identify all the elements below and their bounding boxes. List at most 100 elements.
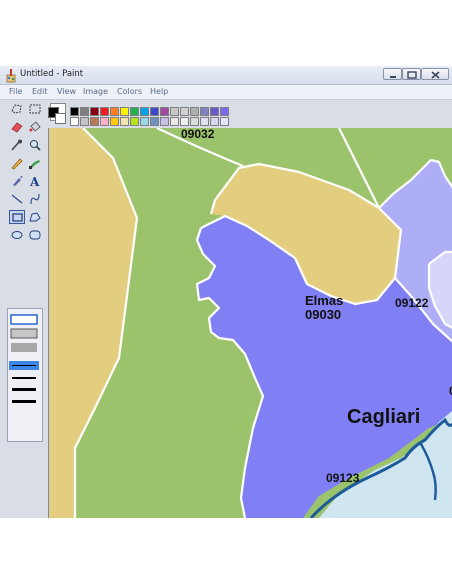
palette-swatch[interactable] — [160, 107, 169, 116]
brush-tool[interactable] — [27, 156, 43, 170]
paint-window: Untitled - Paint File Edit View Image Co… — [0, 66, 452, 518]
color-palette — [48, 100, 452, 128]
minimize-button[interactable] — [383, 68, 402, 80]
color-picker-icon — [11, 139, 22, 151]
menu-image[interactable]: Image — [83, 87, 108, 96]
maximize-icon — [407, 71, 417, 79]
palette-swatch[interactable] — [220, 117, 229, 126]
rectangle-tool[interactable] — [9, 210, 25, 224]
ellipse-icon — [11, 231, 23, 239]
menu-file[interactable]: File — [9, 87, 22, 96]
label-09123: 09123 — [326, 471, 360, 485]
palette-swatch[interactable] — [190, 117, 199, 126]
line-tool[interactable] — [9, 192, 25, 206]
svg-text:A: A — [29, 175, 40, 188]
palette-swatch[interactable] — [180, 107, 189, 116]
menu-view[interactable]: View — [57, 87, 76, 96]
brush-icon — [29, 160, 40, 169]
palette-swatch[interactable] — [90, 117, 99, 126]
palette-swatch[interactable] — [130, 117, 139, 126]
palette-swatch[interactable] — [130, 107, 139, 116]
fill-style-both-option[interactable] — [10, 328, 38, 339]
free-select-icon — [11, 104, 22, 114]
title-bar[interactable]: Untitled - Paint — [0, 66, 452, 85]
close-icon — [431, 71, 440, 79]
line-width-2-option[interactable] — [12, 377, 36, 379]
text-tool[interactable]: A — [27, 174, 43, 188]
curve-icon — [30, 193, 40, 205]
tool-options-panel — [7, 308, 43, 442]
line-icon — [11, 194, 23, 204]
palette-swatch[interactable] — [150, 107, 159, 116]
palette-swatch[interactable] — [120, 117, 129, 126]
canvas[interactable]: 09032 Elmas 09030 09122 Cagliari 09123 0 — [48, 128, 452, 518]
background-color[interactable] — [55, 113, 66, 124]
ellipse-tool[interactable] — [9, 228, 25, 242]
free-select-tool[interactable] — [9, 102, 25, 116]
palette-swatch[interactable] — [200, 107, 209, 116]
palette-swatch[interactable] — [210, 107, 219, 116]
palette-swatch[interactable] — [140, 117, 149, 126]
palette-swatch[interactable] — [70, 117, 79, 126]
palette-swatch[interactable] — [80, 117, 89, 126]
rounded-rect-icon — [29, 230, 41, 240]
palette-swatch[interactable] — [170, 107, 179, 116]
maximize-button[interactable] — [402, 68, 421, 80]
palette-swatch[interactable] — [100, 107, 109, 116]
label-top-cut: 09032 — [181, 128, 215, 141]
paint-app-icon — [5, 68, 17, 83]
palette-swatch[interactable] — [70, 107, 79, 116]
polygon-tool[interactable] — [27, 210, 43, 224]
polygon-icon — [29, 212, 41, 222]
map-drawing: 09032 Elmas 09030 09122 Cagliari 09123 0 — [49, 128, 452, 518]
menu-edit[interactable]: Edit — [32, 87, 48, 96]
palette-swatch[interactable] — [110, 107, 119, 116]
palette-swatch[interactable] — [140, 107, 149, 116]
label-cagliari: Cagliari — [347, 406, 420, 428]
label-elmas-name: Elmas — [305, 293, 343, 308]
label-09122: 09122 — [395, 296, 429, 310]
palette-swatch[interactable] — [120, 107, 129, 116]
menu-colors[interactable]: Colors — [117, 87, 142, 96]
palette-swatch[interactable] — [190, 107, 199, 116]
palette-swatch[interactable] — [160, 117, 169, 126]
rectangle-icon — [12, 213, 23, 222]
pencil-tool[interactable] — [9, 156, 25, 170]
pencil-icon — [11, 158, 23, 170]
palette-swatch[interactable] — [100, 117, 109, 126]
text-icon: A — [29, 175, 40, 188]
palette-swatch[interactable] — [170, 117, 179, 126]
line-width-3-option[interactable] — [12, 388, 36, 391]
rect-select-icon — [29, 104, 41, 114]
fill-style-solid-option[interactable] — [11, 343, 37, 352]
palette-swatch[interactable] — [150, 117, 159, 126]
palette-swatch[interactable] — [90, 107, 99, 116]
menu-bar: File Edit View Image Colors Help — [0, 85, 452, 100]
window-title: Untitled - Paint — [20, 69, 84, 79]
rect-select-tool[interactable] — [27, 102, 43, 116]
palette-swatch[interactable] — [200, 117, 209, 126]
minimize-icon — [390, 76, 396, 78]
palette-swatch[interactable] — [180, 117, 189, 126]
palette-swatch[interactable] — [110, 117, 119, 126]
magnifier-tool[interactable] — [27, 138, 43, 152]
label-elmas-code: 09030 — [305, 307, 341, 322]
toolbox: A — [0, 100, 49, 518]
fill-tool[interactable] — [27, 120, 43, 134]
palette-swatch[interactable] — [220, 107, 229, 116]
fill-style-outline-option[interactable] — [10, 314, 38, 325]
close-button[interactable] — [421, 68, 449, 80]
line-width-4-option[interactable] — [12, 400, 36, 403]
color-picker-tool[interactable] — [9, 138, 25, 152]
palette-swatch[interactable] — [80, 107, 89, 116]
palette-swatch[interactable] — [210, 117, 219, 126]
fill-bucket-icon — [29, 121, 41, 132]
airbrush-icon — [13, 176, 23, 186]
eraser-tool[interactable] — [9, 120, 25, 134]
menu-help[interactable]: Help — [150, 87, 168, 96]
curve-tool[interactable] — [27, 192, 43, 206]
airbrush-tool[interactable] — [9, 174, 25, 188]
rounded-rect-tool[interactable] — [27, 228, 43, 242]
magnifier-icon — [30, 140, 41, 151]
eraser-icon — [11, 122, 23, 133]
